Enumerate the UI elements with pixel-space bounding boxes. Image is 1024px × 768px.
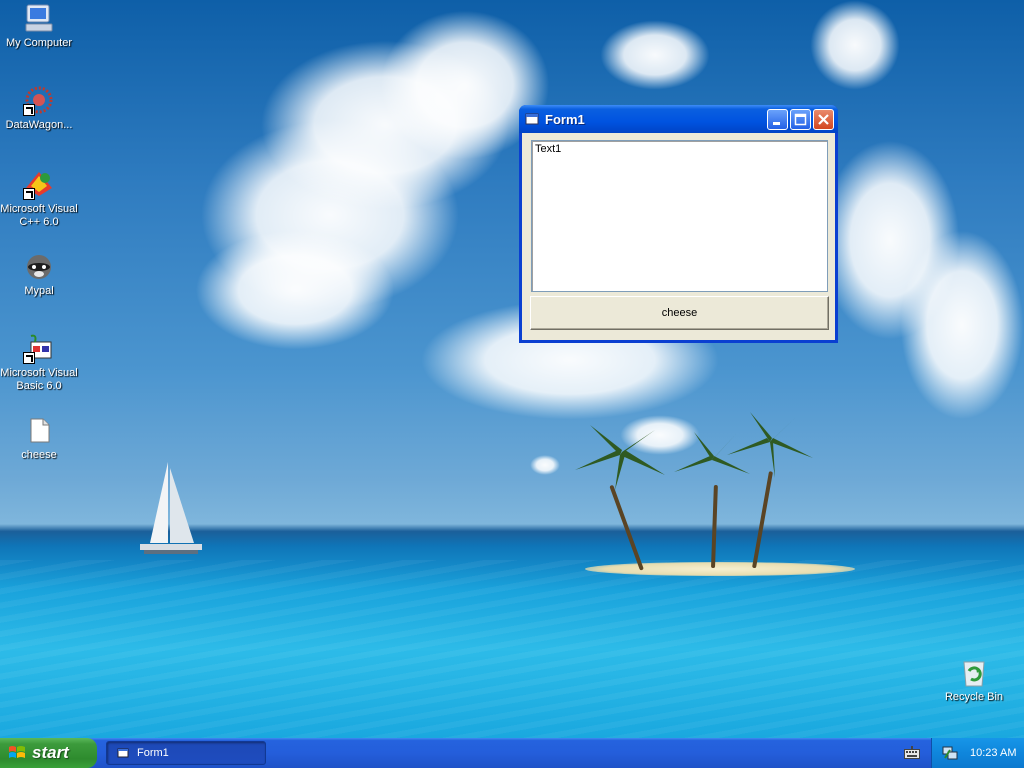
form-window-icon	[117, 748, 129, 758]
folder-icon	[23, 414, 55, 446]
minimize-icon	[773, 121, 780, 125]
desktop-icon-label: My Computer	[5, 37, 73, 49]
desktop-icon-cheese[interactable]: cheese	[0, 414, 78, 462]
visual-cpp-icon	[23, 168, 55, 200]
network-icon[interactable]	[942, 745, 958, 761]
close-icon	[818, 113, 829, 125]
desktop-icon-label: Microsoft Visual C++ 6.0	[0, 203, 78, 228]
maximize-button[interactable]	[790, 108, 811, 130]
shortcut-arrow-icon	[23, 104, 35, 116]
sailboat-icon	[140, 462, 202, 554]
taskbar-clock[interactable]: 10:23 AM	[970, 747, 1016, 759]
cheese-button[interactable]: cheese	[530, 296, 829, 330]
desktop-icon-mypal[interactable]: Mypal	[0, 250, 78, 298]
desktop-icon-visual-basic[interactable]: Microsoft Visual Basic 6.0	[0, 332, 78, 393]
system-tray: 10:23 AM	[931, 738, 1024, 768]
window-client-area: Text1 cheese	[522, 133, 835, 340]
ocean	[0, 560, 1024, 738]
form1-window[interactable]: Form1 Text1 cheese	[519, 105, 838, 343]
desktop-icon-label: Microsoft Visual Basic 6.0	[0, 367, 78, 392]
minimize-button[interactable]	[767, 108, 788, 130]
shortcut-arrow-icon	[23, 188, 35, 200]
shortcut-arrow-icon	[23, 352, 35, 364]
desktop-icon-label: cheese	[21, 449, 57, 461]
sand-island	[585, 562, 855, 576]
palm-tree-icon	[727, 412, 813, 478]
mypal-icon	[23, 250, 55, 282]
text1-textbox[interactable]: Text1	[531, 140, 828, 292]
keyboard-icon[interactable]	[904, 746, 920, 759]
desktop-icon-my-computer[interactable]: My Computer	[0, 2, 78, 50]
form-window-icon	[525, 113, 539, 125]
my-computer-icon	[23, 2, 55, 34]
close-button[interactable]	[813, 108, 834, 130]
recycle-bin-icon	[958, 656, 990, 688]
desktop-icon-label: Mypal	[24, 285, 54, 297]
desktop-icon-label: Recycle Bin	[944, 691, 1004, 703]
desktop-icon-datawagon[interactable]: DataWagon...	[0, 84, 78, 132]
maximize-icon	[794, 113, 807, 125]
visual-basic-icon	[23, 332, 55, 364]
start-label: start	[32, 743, 69, 762]
window-title-bar[interactable]: Form1	[519, 105, 838, 133]
desktop-icon-visual-cpp[interactable]: Microsoft Visual C++ 6.0	[0, 168, 78, 229]
taskbar-button-label: Form1	[137, 747, 169, 759]
desktop-icon-recycle-bin[interactable]: Recycle Bin	[935, 656, 1013, 704]
datawagon-icon	[23, 84, 55, 116]
start-button[interactable]: start	[0, 738, 97, 768]
taskbar: start Form1 10:23 AM	[0, 738, 1024, 768]
desktop-icon-label: DataWagon...	[5, 119, 73, 131]
taskbar-button-form1[interactable]: Form1	[106, 741, 266, 765]
palm-tree-icon	[575, 425, 665, 490]
desktop-wallpaper: My Computer DataWagon... Microsoft Visua…	[0, 0, 1024, 738]
windows-logo-icon	[9, 746, 25, 758]
window-title: Form1	[545, 111, 585, 127]
